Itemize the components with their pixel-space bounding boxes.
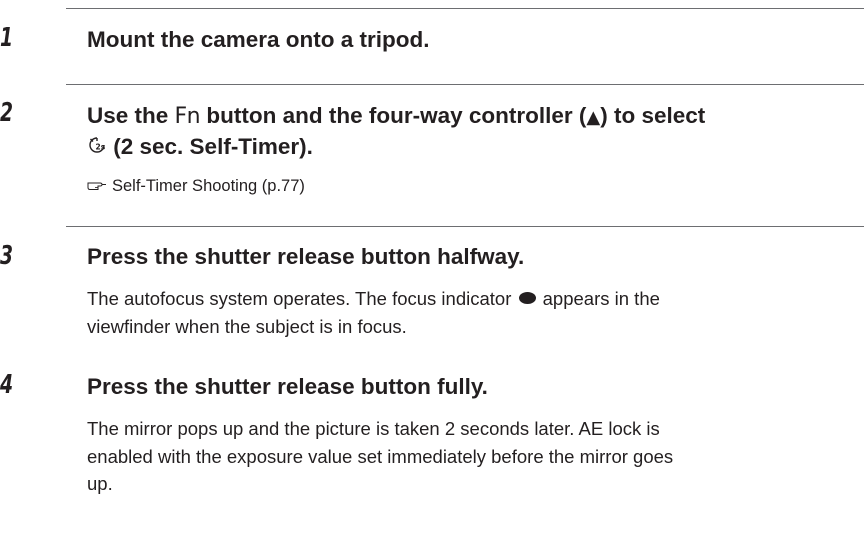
pointing-hand-icon	[87, 182, 106, 191]
step-body: The mirror pops up and the picture is ta…	[87, 415, 673, 498]
step-body: The autofocus system operates. The focus…	[87, 285, 660, 340]
step-body-text: enabled with the exposure value set imme…	[87, 445, 674, 467]
step-title: Press the shutter release button halfway…	[87, 244, 525, 269]
step-divider	[66, 8, 864, 9]
step-number: 2	[0, 98, 14, 128]
2-sec-self-timer-icon: 2s	[89, 137, 106, 153]
step-divider	[66, 226, 864, 227]
step-title-text: Use the	[87, 103, 175, 128]
step-body-text: The autofocus system operates. The focus…	[87, 288, 517, 309]
step-title: Use the Fn button and the four-way contr…	[87, 100, 705, 133]
step-title-text: (2 sec. Self-Timer).	[107, 134, 313, 159]
reference-link[interactable]: Self-Timer Shooting (p.77)	[112, 177, 305, 195]
step-title: Press the shutter release button fully.	[87, 374, 488, 399]
step-body-text: The mirror pops up and the picture is ta…	[87, 418, 660, 439]
step-title: Mount the camera onto a tripod.	[87, 27, 430, 52]
step-title-text: button and the four-way controller (	[200, 103, 587, 128]
step-number: 3	[0, 241, 14, 271]
step-title-line2: 2s (2 sec. Self-Timer).	[87, 131, 313, 162]
step-body-text: appears in the	[537, 288, 660, 309]
fn-button-label: Fn	[174, 104, 201, 129]
step-divider	[66, 84, 864, 85]
focus-indicator-icon	[518, 292, 536, 305]
step-body-text: viewfinder when the subject is in focus.	[87, 315, 407, 337]
cross-reference: Self-Timer Shooting (p.77)	[87, 175, 305, 197]
svg-text:2s: 2s	[96, 143, 106, 152]
step-number: 4	[0, 370, 14, 400]
step-title-text: ) to select	[600, 103, 706, 128]
step-body-text: up.	[87, 473, 113, 494]
up-arrow-icon: ▲	[586, 107, 601, 128]
step-number: 1	[0, 23, 14, 53]
